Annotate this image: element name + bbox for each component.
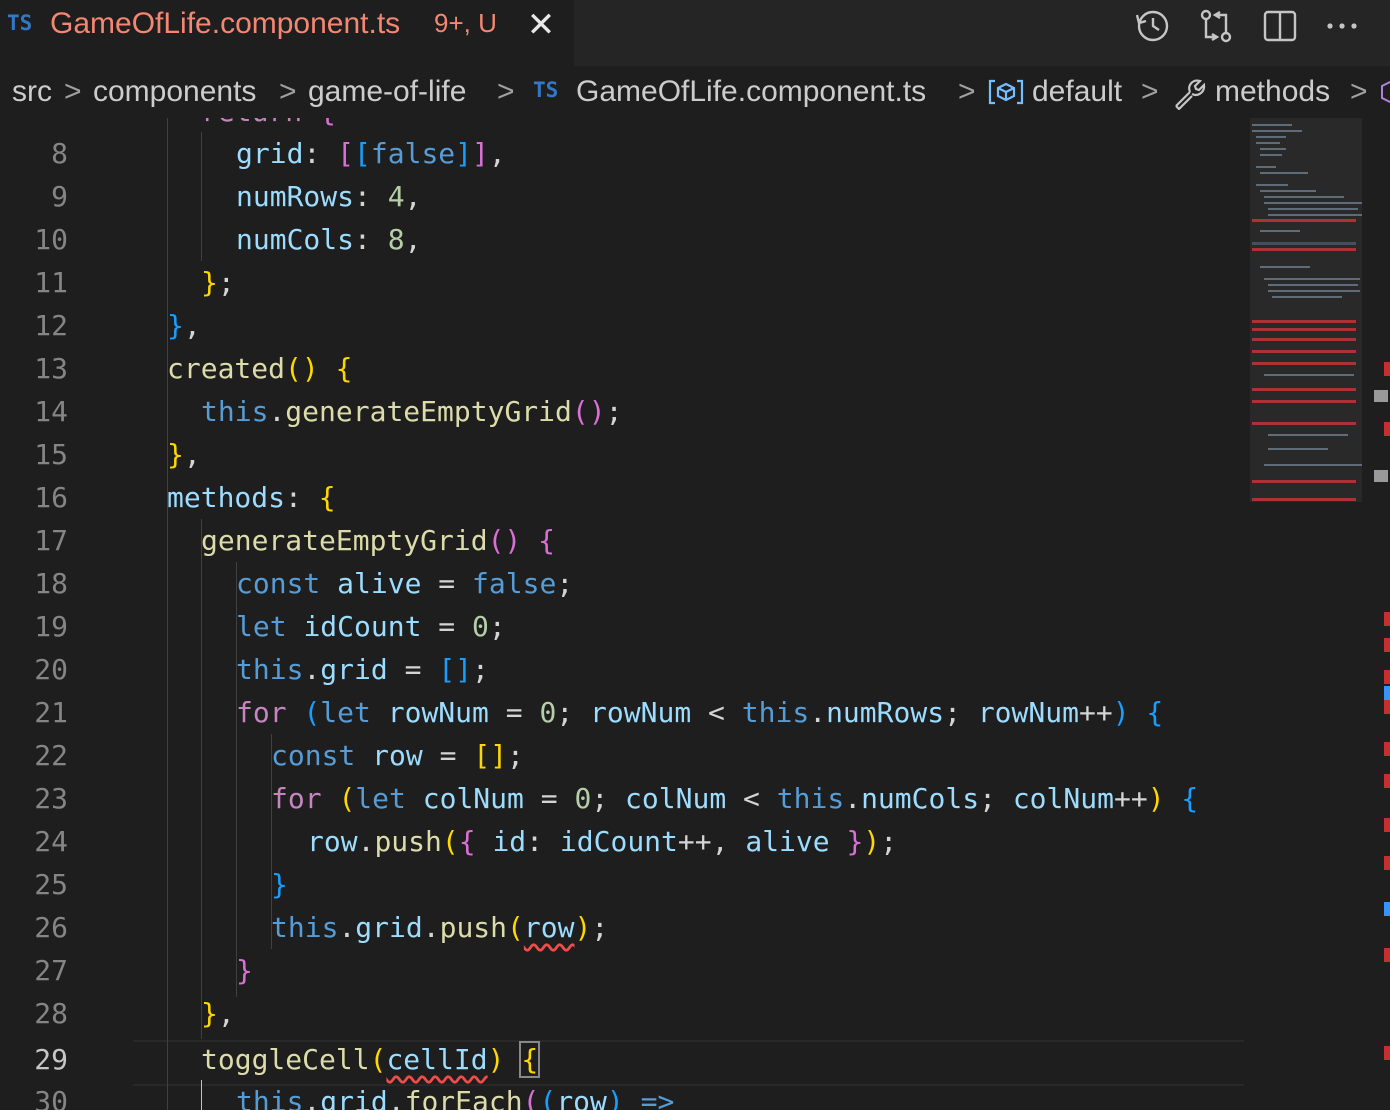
line-number: 11 xyxy=(34,266,68,299)
info-marker xyxy=(1384,686,1390,700)
error-marker xyxy=(1384,1046,1390,1060)
symbol-variable-icon xyxy=(988,79,1024,113)
error-marker xyxy=(1384,742,1390,756)
breadcrumb: src > components > game-of-life > TS Gam… xyxy=(0,66,1390,118)
line-number: 30 xyxy=(34,1085,68,1110)
error-marker xyxy=(1384,612,1390,626)
history-icon[interactable] xyxy=(1132,6,1172,46)
line-number-active: 29 xyxy=(34,1043,68,1076)
split-editor-icon[interactable] xyxy=(1260,6,1300,46)
breadcrumb-game-of-life[interactable]: game-of-life xyxy=(308,75,466,109)
line-number: 15 xyxy=(34,438,68,471)
error-marker xyxy=(1384,638,1390,652)
code-line: this.generateEmptyGrid(); xyxy=(201,395,623,428)
line-number: 14 xyxy=(34,395,68,428)
code-line: const row = []; xyxy=(271,739,524,772)
error-marker xyxy=(1384,948,1390,962)
code-line: numCols: 8, xyxy=(236,223,422,256)
line-number: 10 xyxy=(34,223,68,256)
indent-guide xyxy=(201,519,202,1039)
line-number: 12 xyxy=(34,309,68,342)
breadcrumb-components[interactable]: components xyxy=(93,75,256,109)
line-number: 19 xyxy=(34,610,68,643)
breadcrumb-separator: > xyxy=(64,75,82,108)
code-line: }, xyxy=(167,309,201,342)
tab-bar: TS GameOfLife.component.ts 9+, U ✕ xyxy=(0,0,1390,66)
overview-ruler[interactable] xyxy=(1362,118,1390,1110)
more-actions-icon[interactable] xyxy=(1322,6,1362,46)
code-line: this.grid.push(row); xyxy=(271,911,609,944)
code-line: row.push({ id: idCount++, alive }); xyxy=(307,825,898,858)
line-number: 24 xyxy=(34,825,68,858)
breadcrumb-separator: > xyxy=(1141,75,1159,108)
code-line: this.grid.forEach((row) => xyxy=(236,1085,675,1110)
line-number: 26 xyxy=(34,911,68,944)
cube-icon xyxy=(1380,78,1390,114)
code-line: }; xyxy=(201,266,235,299)
code-area[interactable]: return { grid: [[false]], numRows: 4, nu… xyxy=(133,118,1244,1110)
editor-tab-active[interactable]: TS GameOfLife.component.ts 9+, U ✕ xyxy=(0,0,574,66)
code-line: generateEmptyGrid() { xyxy=(201,524,556,557)
breadcrumb-symbol-default[interactable]: default xyxy=(1032,75,1122,109)
line-number: 8 xyxy=(51,137,68,170)
code-editor[interactable]: 8 9 10 11 12 13 14 15 16 17 18 19 20 21 … xyxy=(0,118,1244,1110)
code-line: }, xyxy=(201,997,235,1030)
indent-guide xyxy=(167,118,168,1110)
indent-guide-active xyxy=(201,1080,202,1110)
error-marker xyxy=(1384,362,1390,376)
wrench-icon xyxy=(1172,76,1206,118)
breadcrumb-symbol-methods[interactable]: methods xyxy=(1215,75,1330,109)
line-number: 18 xyxy=(34,567,68,600)
line-number: 9 xyxy=(51,180,68,213)
line-number: 20 xyxy=(34,653,68,686)
tab-title: GameOfLife.component.ts xyxy=(50,7,401,40)
code-line: grid: [[false]], xyxy=(236,137,506,170)
typescript-file-icon: TS xyxy=(7,11,33,35)
line-number: 21 xyxy=(34,696,68,729)
line-number: 27 xyxy=(34,954,68,987)
indent-guide xyxy=(201,132,202,261)
compare-changes-icon[interactable] xyxy=(1196,6,1236,46)
code-line: } xyxy=(271,868,288,901)
code-line: created() { xyxy=(167,352,353,385)
error-marker xyxy=(1384,670,1390,684)
line-number: 28 xyxy=(34,997,68,1030)
error-marker xyxy=(1384,856,1390,870)
line-number: 17 xyxy=(34,524,68,557)
line-number: 23 xyxy=(34,782,68,815)
line-number-gutter: 8 9 10 11 12 13 14 15 16 17 18 19 20 21 … xyxy=(0,118,110,1110)
code-line: const alive = false; xyxy=(236,567,574,600)
minimap-slider[interactable] xyxy=(1250,118,1362,502)
line-number: 25 xyxy=(34,868,68,901)
scrollbar-thumb-marker xyxy=(1374,390,1388,402)
error-marker xyxy=(1384,700,1390,714)
code-line: for (let colNum = 0; colNum < this.numCo… xyxy=(271,782,1199,815)
code-line: for (let rowNum = 0; rowNum < this.numRo… xyxy=(236,696,1164,729)
line-number: 16 xyxy=(34,481,68,514)
error-marker xyxy=(1384,422,1390,436)
breadcrumb-separator: > xyxy=(1350,75,1368,108)
code-line: methods: { xyxy=(167,481,336,514)
code-line: let idCount = 0; xyxy=(236,610,506,643)
code-line: }, xyxy=(167,438,201,471)
code-line: this.grid = []; xyxy=(236,653,489,686)
info-marker xyxy=(1384,902,1390,916)
breadcrumb-src[interactable]: src xyxy=(12,75,52,109)
code-line-active: toggleCell(cellId) { xyxy=(201,1041,541,1078)
code-line: } xyxy=(236,954,253,987)
line-number: 13 xyxy=(34,352,68,385)
breadcrumb-separator: > xyxy=(958,75,976,108)
breadcrumb-separator: > xyxy=(497,75,515,108)
breadcrumb-separator: > xyxy=(279,75,297,108)
error-marker xyxy=(1384,774,1390,788)
typescript-file-icon: TS xyxy=(533,78,559,102)
line-number: 22 xyxy=(34,739,68,772)
breadcrumb-file[interactable]: GameOfLife.component.ts xyxy=(576,75,926,109)
close-icon[interactable]: ✕ xyxy=(526,8,556,44)
scrollbar-thumb-marker xyxy=(1374,470,1388,482)
error-marker xyxy=(1384,818,1390,832)
tab-problem-status: 9+, U xyxy=(434,8,497,38)
code-line: numRows: 4, xyxy=(236,180,422,213)
